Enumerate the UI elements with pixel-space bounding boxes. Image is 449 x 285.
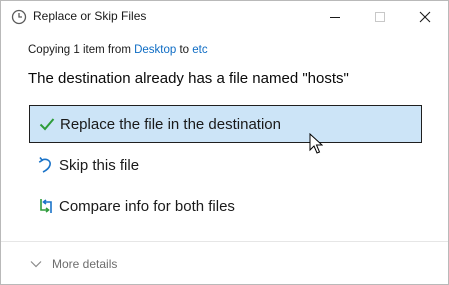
replace-or-skip-dialog: Replace or Skip Files Copying 1 item fro… [0,0,449,285]
chevron-down-icon [29,257,43,271]
minimize-button[interactable] [312,1,357,32]
window-title: Replace or Skip Files [33,9,147,23]
replace-file-label: Replace the file in the destination [60,115,281,133]
copy-status-middle: to [176,44,193,56]
skip-file-option[interactable]: Skip this file [29,146,422,184]
checkmark-icon [38,115,56,133]
close-button[interactable] [402,1,447,32]
copy-status-prefix: Copying 1 item from [28,44,135,56]
minimize-icon [329,16,340,18]
more-details-toggle[interactable]: More details [29,257,117,271]
destination-folder-link[interactable]: etc [192,44,207,56]
replace-file-option[interactable]: Replace the file in the destination [29,105,422,143]
maximize-button[interactable] [357,1,402,32]
clock-icon [11,9,27,25]
title-bar: Replace or Skip Files [1,1,448,32]
compare-icon [37,197,55,215]
maximize-icon [374,11,385,22]
footer-divider [1,241,448,242]
source-folder-link[interactable]: Desktop [134,44,176,56]
more-details-label: More details [52,257,118,271]
copy-status: Copying 1 item from Desktop to etc [28,44,208,56]
compare-files-option[interactable]: Compare info for both files [29,187,422,225]
compare-files-label: Compare info for both files [59,197,235,215]
conflict-headline: The destination already has a file named… [28,70,349,87]
mouse-cursor-icon [309,133,323,154]
skip-file-label: Skip this file [59,156,140,174]
skip-arrow-icon [37,156,55,174]
close-icon [419,11,430,22]
